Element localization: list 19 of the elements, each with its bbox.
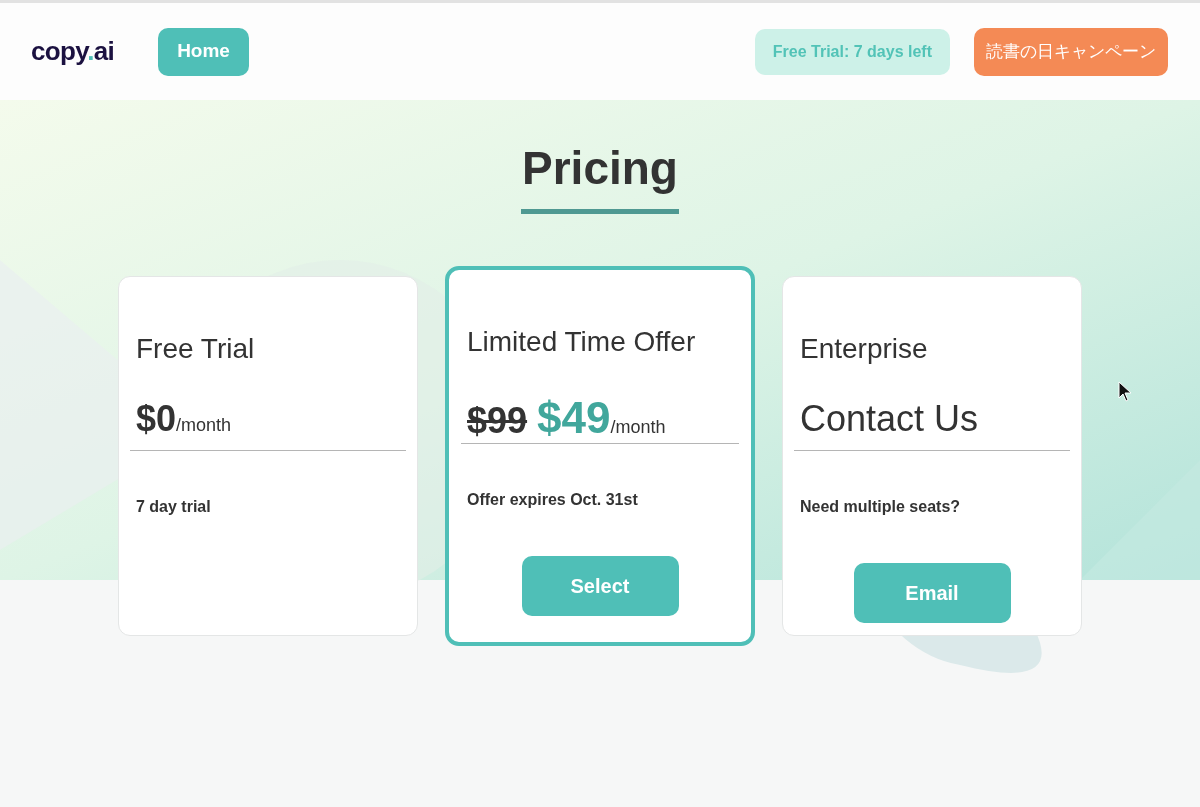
campaign-button[interactable]: 読書の日キャンペーン bbox=[974, 27, 1168, 76]
home-button[interactable]: Home bbox=[158, 27, 249, 76]
price: Contact Us bbox=[800, 397, 979, 441]
plan-button[interactable]: Select bbox=[521, 556, 679, 616]
plan-name: Free Trial bbox=[135, 332, 256, 366]
plan-note: 7 day trial bbox=[135, 497, 212, 517]
price: $49 bbox=[537, 392, 611, 444]
plan-note: Offer expires Oct. 31st bbox=[466, 490, 639, 510]
plan-note: Need multiple seats? bbox=[799, 497, 962, 517]
plan-name: Limited Time Offer bbox=[466, 325, 697, 359]
logo[interactable]: copy.ai bbox=[31, 32, 115, 71]
price: $0 bbox=[136, 397, 177, 441]
price-period: /month bbox=[176, 415, 232, 437]
price-period: /month bbox=[610, 417, 666, 439]
plan-name: Enterprise bbox=[799, 332, 929, 366]
cursor-icon bbox=[1118, 381, 1132, 403]
trial-badge: Free Trial: 7 days left bbox=[754, 28, 950, 75]
old-price: $99 bbox=[467, 399, 528, 443]
plan-button[interactable]: Email bbox=[853, 563, 1011, 623]
